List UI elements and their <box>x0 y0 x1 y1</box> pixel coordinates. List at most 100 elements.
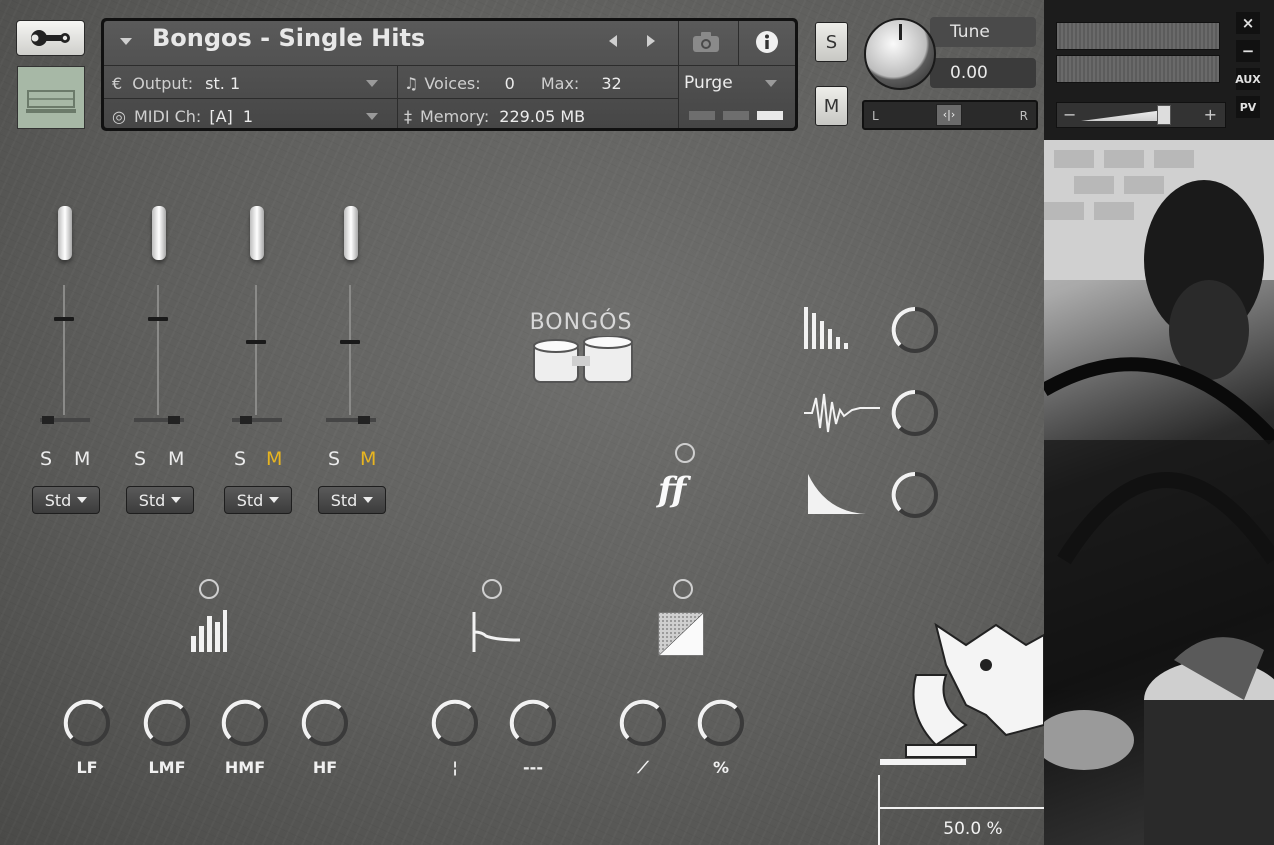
attack-knob[interactable] <box>890 388 940 438</box>
channel-strip-2: S M Std <box>126 200 198 520</box>
channel-1-fader-track[interactable] <box>63 285 65 415</box>
prev-instrument-icon[interactable] <box>606 33 620 49</box>
info-icon[interactable] <box>755 30 779 54</box>
channel-3-mode-dropdown[interactable]: Std <box>224 486 292 514</box>
instrument-logo-thumbnail[interactable] <box>17 66 85 129</box>
compressor-mix-label: % <box>712 758 730 777</box>
staccato-knob[interactable] <box>890 305 940 355</box>
channel-1-mode-dropdown[interactable]: Std <box>32 486 100 514</box>
chevron-down-icon <box>77 497 88 503</box>
channel-1-volume-fader[interactable] <box>58 206 72 260</box>
reverb-amount-label: --- <box>523 758 543 777</box>
memory-label: Memory: <box>420 106 490 126</box>
aux-button[interactable]: AUX <box>1235 68 1261 90</box>
eq-hmf-knob[interactable] <box>220 698 270 748</box>
channel-3-solo-button[interactable]: S <box>234 448 246 470</box>
midi-channel-row[interactable]: ◎ MIDI Ch: [A] 1 <box>104 99 394 128</box>
compressor-threshold-label: ⟋ <box>637 758 649 777</box>
solo-instrument-button[interactable]: S <box>815 22 848 62</box>
voices-icon: ♫ <box>404 73 419 93</box>
midi-dropdown-arrow-icon[interactable] <box>366 113 378 120</box>
reverb-amount-knob[interactable] <box>508 698 558 748</box>
channel-3-volume-fader[interactable] <box>250 206 264 260</box>
compressor-mix-knob[interactable] <box>696 698 746 748</box>
mute-instrument-button[interactable]: M <box>815 86 848 126</box>
dynamics-label[interactable]: ff <box>658 470 686 510</box>
volume-handle[interactable] <box>1157 105 1171 125</box>
midi-icon: ◎ <box>112 106 126 126</box>
channel-4-solo-button[interactable]: S <box>328 448 340 470</box>
volume-minus-button[interactable]: − <box>1063 105 1076 124</box>
tune-label: Tune <box>930 17 1036 47</box>
reverb-size-label: ¦ <box>452 758 458 777</box>
channel-1-solo-button[interactable]: S <box>40 448 52 470</box>
channel-4-mode-dropdown[interactable]: Std <box>318 486 386 514</box>
library-logo-icon <box>26 90 76 113</box>
channel-2-solo-button[interactable]: S <box>134 448 146 470</box>
eq-lf-knob[interactable] <box>62 698 112 748</box>
channel-3-mode-label: Std <box>236 490 264 510</box>
eq-hf-knob[interactable] <box>300 698 350 748</box>
output-label: Output: <box>132 73 194 93</box>
output-meter-left <box>1056 22 1220 50</box>
next-instrument-icon[interactable] <box>644 33 658 49</box>
output-row[interactable]: € Output: st. 1 <box>104 66 394 100</box>
eq-enable-led[interactable] <box>199 579 219 599</box>
minimize-button[interactable]: − <box>1236 40 1260 62</box>
chevron-down-icon <box>269 497 280 503</box>
brand-donkey-gramophone-logo <box>880 622 1044 765</box>
channel-3-mute-button[interactable]: M <box>266 448 282 470</box>
close-button[interactable]: × <box>1236 12 1260 34</box>
channel-strip-3: S M Std <box>224 200 296 520</box>
eq-lmf-knob[interactable] <box>142 698 192 748</box>
channel-2-pan-handle[interactable] <box>168 416 180 424</box>
channel-strip-1: S M Std <box>32 200 104 520</box>
channel-4-pan-handle[interactable] <box>358 416 370 424</box>
memory-row: ‡ Memory: 229.05 MB <box>404 99 678 128</box>
compressor-enable-led[interactable] <box>673 579 693 599</box>
tune-value[interactable]: 0.00 <box>930 58 1036 88</box>
channel-2-mute-button[interactable]: M <box>168 448 184 470</box>
zoom-control[interactable]: 50.0 % <box>878 775 1044 845</box>
channel-4-fader-track[interactable] <box>349 285 351 415</box>
instrument-settings-button[interactable] <box>16 20 85 56</box>
channel-2-volume-fader[interactable] <box>152 206 166 260</box>
eq-lmf-label: LMF <box>148 758 186 777</box>
eq-hf-label: HF <box>312 758 338 777</box>
volume-plus-button[interactable]: + <box>1204 105 1217 124</box>
instrument-menu-arrow-icon[interactable] <box>120 38 132 45</box>
pv-button[interactable]: PV <box>1236 96 1260 118</box>
zoom-value: 50.0 % <box>943 819 1003 839</box>
reverb-enable-led[interactable] <box>482 579 502 599</box>
channel-1-mode-label: Std <box>44 490 72 510</box>
channel-4-mute-button[interactable]: M <box>360 448 376 470</box>
bongos-logo-text: BONGÓS <box>529 310 633 335</box>
purge-status-indicators <box>689 111 783 120</box>
release-knob[interactable] <box>890 470 940 520</box>
reverb-size-knob[interactable] <box>430 698 480 748</box>
channel-3-fader-track[interactable] <box>255 285 257 415</box>
channel-2-mode-dropdown[interactable]: Std <box>126 486 194 514</box>
purge-menu[interactable]: Purge <box>684 66 795 100</box>
output-dropdown-arrow-icon[interactable] <box>366 80 378 87</box>
compressor-threshold-knob[interactable] <box>618 698 668 748</box>
channel-4-fader-mark <box>340 340 360 344</box>
channel-4-mode-label: Std <box>330 490 358 510</box>
voices-label: Voices: <box>424 73 481 93</box>
channel-4-volume-fader[interactable] <box>344 206 358 260</box>
pan-handle[interactable]: ‹|› <box>936 104 962 126</box>
eq-lf-label: LF <box>76 758 98 777</box>
tune-knob[interactable] <box>864 18 936 90</box>
voices-row: ♫ Voices: 0 Max: 32 <box>404 66 678 100</box>
channel-1-mute-button[interactable]: M <box>74 448 90 470</box>
channel-1-pan-handle[interactable] <box>42 416 54 424</box>
channel-3-pan-handle[interactable] <box>240 416 252 424</box>
camera-icon[interactable] <box>691 31 721 53</box>
purge-dropdown-arrow-icon <box>764 79 777 87</box>
channel-2-fader-track[interactable] <box>157 285 159 415</box>
max-voices-value[interactable]: 32 <box>601 74 621 93</box>
master-volume-slider[interactable]: − + <box>1056 102 1226 128</box>
pan-slider[interactable]: L R ‹|› <box>862 100 1038 130</box>
dynamics-led[interactable] <box>675 443 695 463</box>
bongos-drum-icon <box>533 336 633 383</box>
